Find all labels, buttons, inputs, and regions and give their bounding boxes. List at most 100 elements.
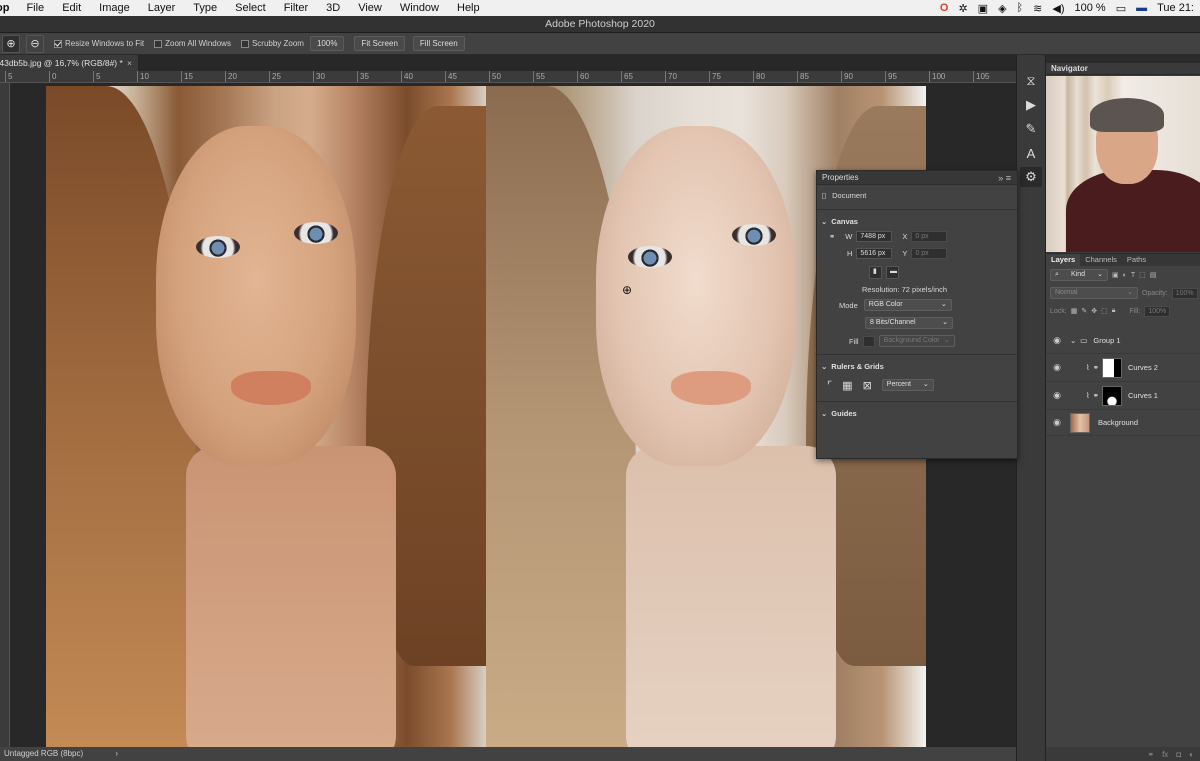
eye-icon[interactable]: ◉ [1052, 362, 1062, 373]
filter-smart-icon[interactable]: ▤ [1150, 271, 1157, 279]
layer-kind-dropdown[interactable]: ⌕ Kind ⌄ [1050, 269, 1108, 281]
grid-toggle-icon[interactable]: ▦ [842, 379, 852, 392]
clock[interactable]: Tue 21: [1157, 2, 1194, 14]
fill-screen-button[interactable]: Fill Screen [412, 36, 465, 51]
link-icon[interactable]: ⚭ [1093, 391, 1099, 400]
menu-type[interactable]: Type [184, 2, 226, 14]
zoom-all-checkbox[interactable]: Zoom All Windows [154, 39, 231, 48]
lock-image-icon[interactable]: ✎ [1081, 307, 1087, 315]
layer-mask-thumbnail[interactable] [1101, 357, 1122, 378]
actions-play-icon[interactable]: ▶ [1020, 95, 1042, 115]
canvas-section-header[interactable]: ⌄ Canvas [817, 214, 1017, 228]
zoom-out-icon[interactable]: ⊖ [26, 34, 44, 53]
opacity-field[interactable]: 100% [1171, 287, 1198, 299]
menu-view[interactable]: View [349, 2, 391, 14]
bluetooth-icon[interactable]: ᛒ [1017, 2, 1024, 14]
bit-depth-dropdown[interactable]: 8 Bits/Channel ⌄ [865, 317, 953, 329]
layer-row[interactable]: ◉ ⌇ ⚭ Curves 2 [1046, 354, 1200, 382]
menu-layer[interactable]: Layer [139, 2, 185, 14]
wifi-icon[interactable]: ≋ [1033, 2, 1042, 15]
lock-position-icon[interactable]: ✥ [1091, 307, 1097, 315]
tab-layers[interactable]: Layers [1046, 254, 1081, 266]
menu-select[interactable]: Select [226, 2, 275, 14]
navigator-title[interactable]: Navigator [1046, 63, 1200, 75]
portrait-orientation-icon[interactable]: ▮ [869, 265, 882, 279]
menu-3d[interactable]: 3D [317, 2, 349, 14]
height-field[interactable]: 5616 px [856, 248, 893, 259]
eye-icon[interactable]: ◉ [1052, 335, 1062, 346]
tab-channels[interactable]: Channels [1080, 254, 1122, 266]
guides-section-header[interactable]: ⌄ Guides [817, 406, 1017, 420]
eye-icon[interactable]: ◉ [1052, 417, 1062, 428]
width-field[interactable]: 7488 px [856, 231, 893, 242]
vertical-ruler[interactable] [0, 83, 10, 747]
collapse-panel-icon[interactable]: » ≡ [998, 173, 1017, 183]
ruler-tick: 55 [533, 71, 545, 82]
new-adjustment-icon[interactable]: ◐ [1189, 750, 1194, 759]
filter-adjustment-icon[interactable]: ◐ [1123, 272, 1127, 279]
document-tab[interactable]: f43db5b.jpg @ 16,7% (RGB/8#) * × [0, 55, 138, 71]
app-menu[interactable]: op [0, 2, 17, 14]
y-field[interactable]: 0 px [911, 248, 948, 259]
guides-toggle-icon[interactable]: ⊠ [863, 379, 872, 392]
link-icon[interactable]: ⚭ [1093, 363, 1099, 372]
menu-file[interactable]: File [17, 2, 53, 14]
units-dropdown[interactable]: Percent ⌄ [881, 379, 934, 391]
kind-value: Kind [1071, 271, 1086, 278]
mode-dropdown[interactable]: RGB Color ⌄ [863, 299, 952, 311]
menu-edit[interactable]: Edit [53, 2, 90, 14]
tab-paths[interactable]: Paths [1122, 254, 1151, 266]
menu-window[interactable]: Window [391, 2, 448, 14]
properties-icon[interactable]: ⚙ [1020, 167, 1042, 187]
fit-screen-button[interactable]: Fit Screen [354, 36, 405, 51]
blend-mode-dropdown[interactable]: Normal ⌄ [1050, 287, 1138, 299]
status-bar: Untagged RGB (8bpc) › [0, 747, 1016, 761]
zoom-in-icon[interactable]: ⊕ [2, 34, 20, 53]
opera-icon[interactable]: O [940, 2, 949, 14]
x-field[interactable]: 0 px [911, 231, 948, 242]
fill-swatch[interactable] [862, 335, 875, 347]
horizontal-ruler[interactable]: 5 0 5 10 15 20 25 30 35 40 45 50 55 60 65 70 75 80 85 90 95 1… [0, 71, 1016, 83]
fill-dropdown[interactable]: Background Color ⌄ [878, 335, 955, 347]
landscape-orientation-icon[interactable]: ▬ [886, 265, 899, 279]
battery-icon[interactable]: ▭ [1116, 2, 1126, 15]
resize-windows-checkbox[interactable]: Resize Windows to Fit [54, 39, 144, 48]
menu-image[interactable]: Image [90, 2, 139, 14]
lock-artboard-icon[interactable]: ⬚ [1101, 307, 1108, 315]
lock-transparent-icon[interactable]: ▦ [1071, 307, 1078, 315]
add-mask-icon[interactable]: ◘ [1176, 750, 1181, 759]
ruler-toggle-icon[interactable]: ⌜ [827, 379, 832, 392]
scrubby-zoom-checkbox[interactable]: Scrubby Zoom [240, 39, 304, 48]
menu-filter[interactable]: Filter [275, 2, 317, 14]
link-layers-icon[interactable]: ⚭ [1147, 750, 1154, 759]
properties-header[interactable]: Properties » ≡ [817, 171, 1017, 185]
dropbox-icon[interactable]: ◈ [998, 2, 1006, 15]
brightness-icon[interactable]: ✲ [958, 2, 967, 15]
layer-row[interactable]: ◉ Background [1046, 410, 1200, 436]
link-icon[interactable]: ⚭ [829, 232, 835, 241]
ruler-tick: 25 [269, 71, 281, 82]
brush-settings-icon[interactable]: ✎ [1020, 119, 1042, 139]
fill-field[interactable]: 100% [1144, 305, 1171, 317]
layer-row[interactable]: ◉ ⌄ ▭ Group 1 [1046, 328, 1200, 354]
filter-shape-icon[interactable]: ⬚ [1139, 271, 1146, 279]
volume-icon[interactable]: ◀) [1052, 2, 1064, 15]
lock-all-icon[interactable]: 🔒︎ [1112, 307, 1116, 315]
layer-thumbnail[interactable] [1070, 412, 1090, 433]
rulers-grids-section-header[interactable]: ⌄ Rulers & Grids [817, 359, 1017, 373]
flag-icon[interactable]: ▬ [1136, 2, 1147, 14]
screen-record-icon[interactable]: ▣ [978, 2, 988, 15]
history-icon[interactable]: ⧖ [1020, 71, 1042, 91]
status-expand-icon[interactable]: › [115, 749, 118, 758]
filter-pixel-icon[interactable]: ▣ [1112, 271, 1119, 279]
menu-help[interactable]: Help [448, 2, 489, 14]
close-tab-icon[interactable]: × [127, 55, 132, 71]
fx-icon[interactable]: fx [1162, 750, 1168, 759]
character-icon[interactable]: A [1020, 143, 1042, 163]
zoom-100-button[interactable]: 100% [309, 36, 345, 51]
eye-icon[interactable]: ◉ [1052, 390, 1062, 401]
filter-type-icon[interactable]: T [1131, 272, 1135, 279]
layer-row[interactable]: ◉ ⌇ ⚭ Curves 1 [1046, 382, 1200, 410]
chevron-down-icon[interactable]: ⌄ [1070, 336, 1076, 345]
layer-mask-thumbnail[interactable] [1101, 385, 1122, 406]
